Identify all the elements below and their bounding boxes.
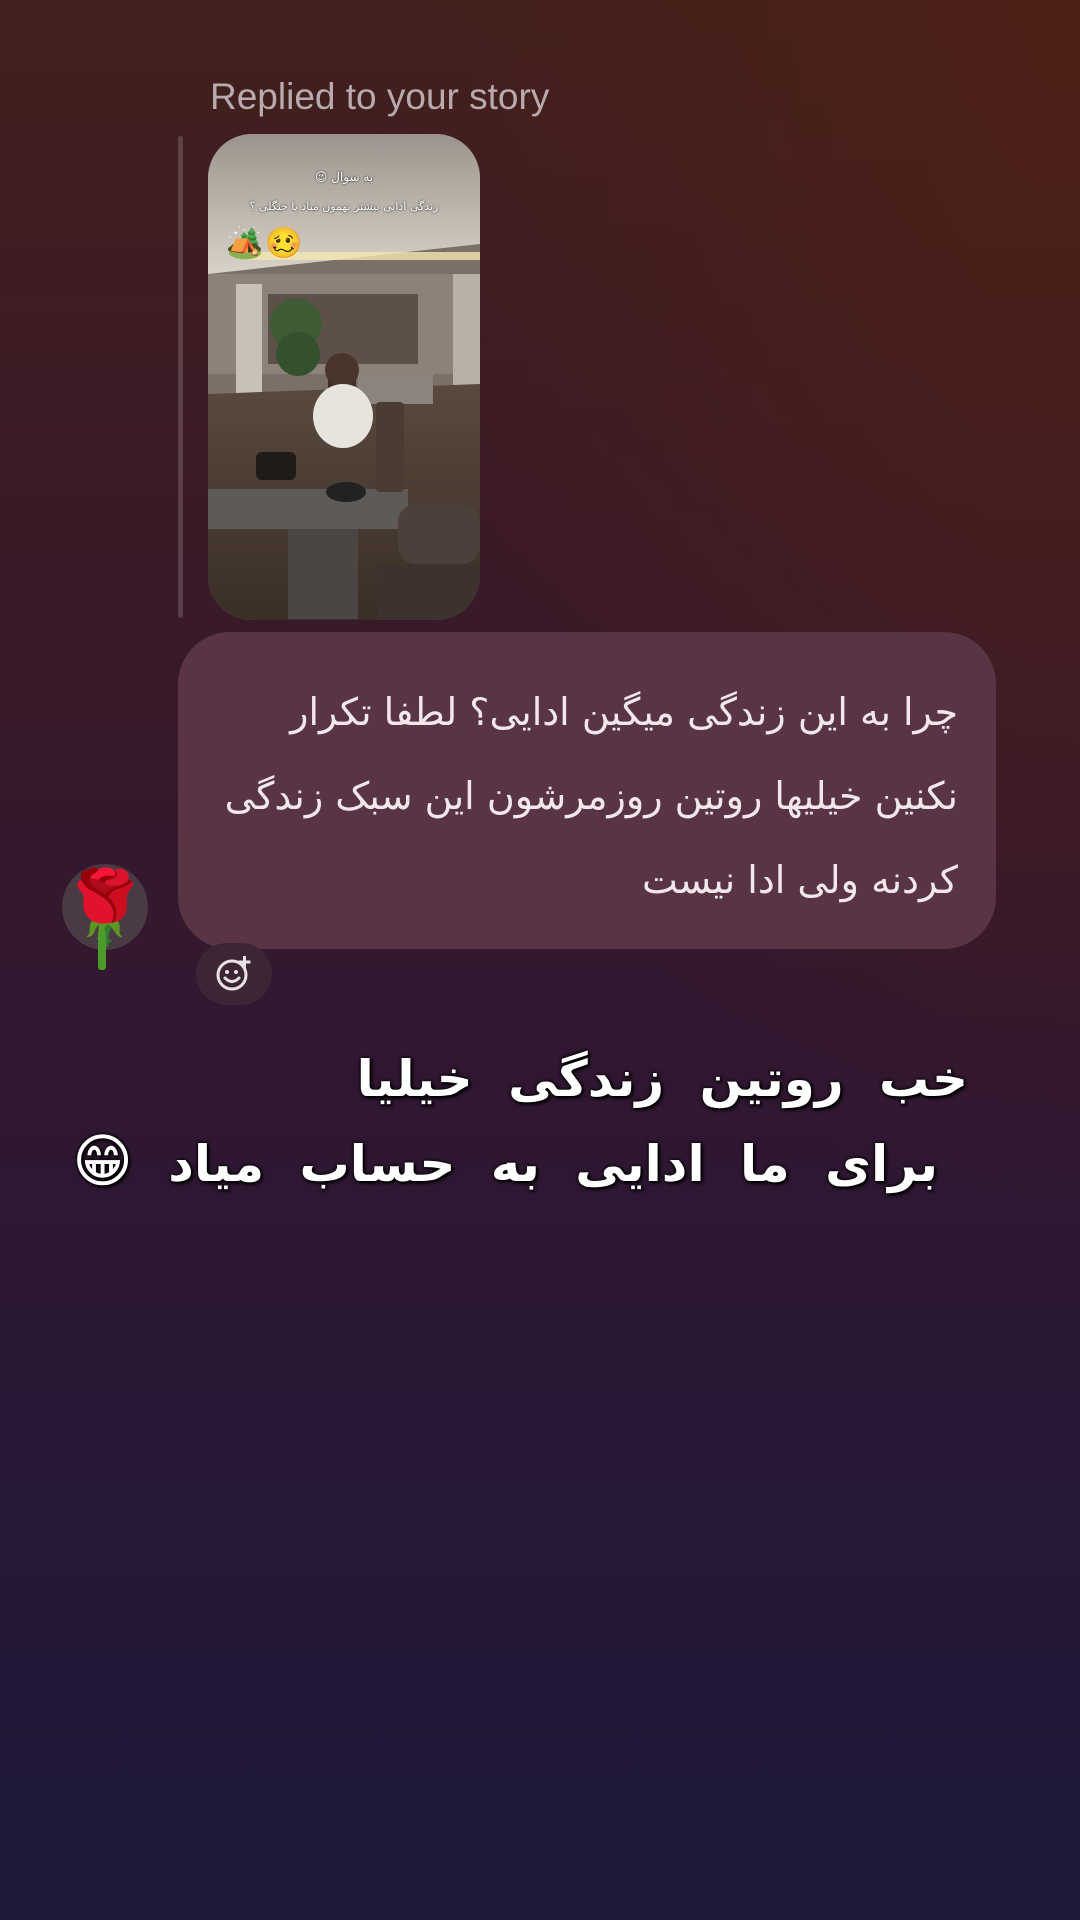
- story-question-line2: زندگی ادایی بیشتر بهمون میاد یا جنگلی ؟: [249, 200, 439, 213]
- add-reaction-button[interactable]: [196, 943, 272, 1005]
- message-text: چرا به این زندگی میگین ادایی؟ لطفا تکرار…: [224, 690, 958, 902]
- grinning-emoji: 😁: [72, 1127, 133, 1195]
- message-bubble[interactable]: چرا به این زندگی میگین ادایی؟ لطفا تکرار…: [178, 632, 996, 949]
- add-reaction-icon: [216, 956, 251, 991]
- overlay-line1: خب روتین زندگی خیلیا: [356, 1050, 968, 1108]
- replied-to-story-label: Replied to your story: [210, 76, 550, 117]
- story-emojis: 🏕️🥴: [226, 226, 305, 261]
- story-question-line1: به سوال 😉: [314, 170, 374, 184]
- quote-bar: [178, 136, 183, 618]
- story-preview[interactable]: به سوال 😉 زندگی ادایی بیشتر بهمون میاد ی…: [208, 134, 480, 620]
- overlay-line2-text: برای ما ادایی به حساب میاد: [168, 1135, 938, 1193]
- story-overlay-text: خب روتین زندگی خیلیا برای ما ادایی به حس…: [68, 1038, 968, 1205]
- rose-stem-icon: [98, 930, 106, 970]
- overlay-line2: برای ما ادایی به حساب میاد 😁: [68, 1120, 968, 1205]
